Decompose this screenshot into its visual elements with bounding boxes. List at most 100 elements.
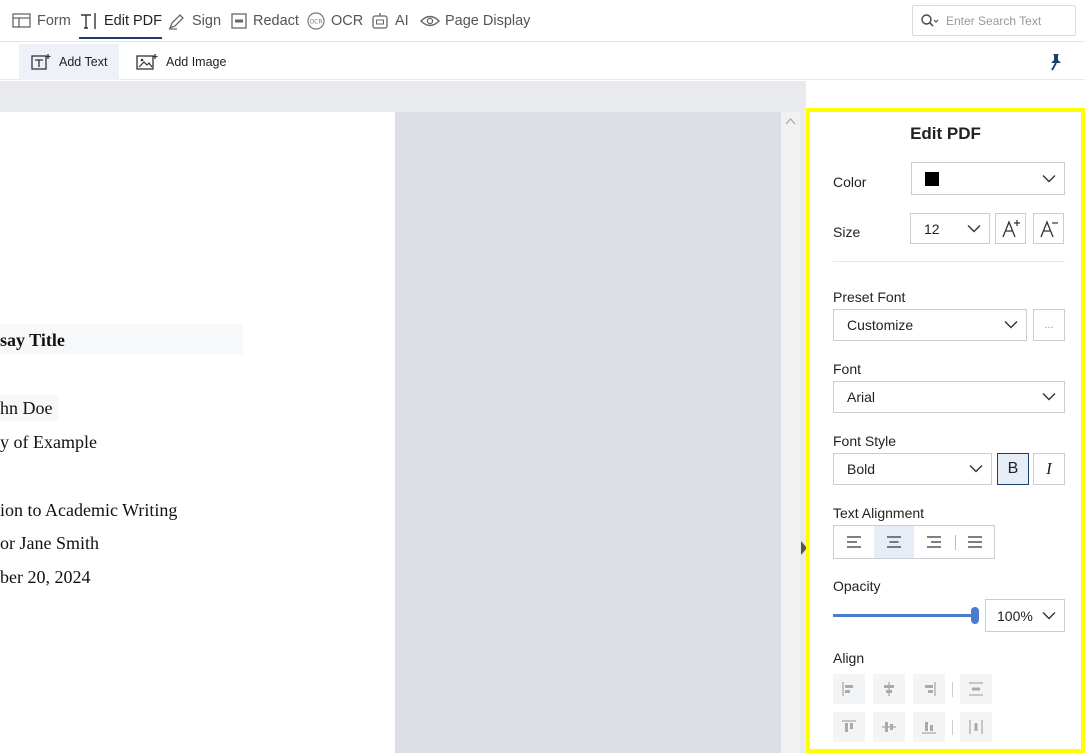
align-center-icon [886,536,902,548]
page-gutter [395,112,781,753]
chevron-down-icon [1042,611,1056,620]
align-center-button[interactable] [874,526,914,558]
increase-font-size-button[interactable] [995,213,1026,244]
align-objects-middle-button[interactable] [873,712,905,742]
eye-icon [420,13,440,29]
scroll-up-icon[interactable] [785,117,796,125]
chevron-down-icon [969,465,983,474]
size-dropdown[interactable]: 12 [910,213,990,244]
add-text-icon [31,53,51,71]
align-right-icon [926,536,942,548]
document-canvas: say Title hn Doe y of Example ion to Aca… [0,81,807,753]
align-objects-center-icon [881,681,897,697]
text-alignment-label: Text Alignment [833,505,925,521]
search-input[interactable] [946,13,1066,28]
opacity-value: 100% [997,607,1033,624]
align-justify-icon [967,536,983,548]
tab-page-display-label: Page Display [445,13,531,29]
doc-essay-title[interactable]: say Title [0,330,65,351]
chevron-down-icon [1042,174,1056,183]
panel-title: Edit PDF [910,124,981,143]
ocr-icon: OCR [306,11,326,31]
distribute-vertical-icon [968,681,984,697]
tab-ocr[interactable]: OCR OCR [306,0,363,42]
tab-ai[interactable]: AI [370,0,409,42]
align-objects-center-button[interactable] [873,674,905,704]
add-text-label: Add Text [59,55,108,69]
preset-font-dropdown[interactable]: Customize [833,309,1027,341]
color-swatch [925,171,939,186]
align-objects-right-icon [921,681,937,697]
tab-edit-pdf-label: Edit PDF [104,13,163,29]
align-label: Align [833,650,865,666]
edit-pdf-panel: Edit PDF Color Size 12 Preset Font Custo… [806,108,1085,753]
align-left-button[interactable] [834,526,874,558]
doc-instructor[interactable]: or Jane Smith [0,533,99,554]
search-box[interactable] [912,5,1076,36]
opacity-slider-track[interactable] [833,607,979,624]
tab-sign[interactable]: Sign [167,0,221,42]
align-right-button[interactable] [914,526,954,558]
decrease-font-size-button[interactable] [1033,213,1064,244]
tab-page-display[interactable]: Page Display [420,0,530,42]
font-style-label: Font Style [833,433,897,449]
font-decrease-icon [1038,218,1060,240]
font-label: Font [833,361,862,377]
align-objects-top-button[interactable] [833,712,865,742]
color-dropdown[interactable] [911,162,1065,195]
ai-robot-icon [370,11,390,31]
add-image-label: Add Image [166,55,227,69]
font-style-value: Bold [847,461,876,477]
align-objects-middle-icon [881,719,897,735]
opacity-slider-fill [833,614,975,617]
divider [833,261,1065,262]
size-value: 12 [924,220,940,237]
size-label: Size [833,224,861,240]
align-objects-bottom-button[interactable] [913,712,945,742]
doc-course[interactable]: ion to Academic Writing [0,500,177,521]
align-objects-left-icon [841,681,857,697]
distribute-vertical-button[interactable] [960,674,992,704]
tab-redact[interactable]: Redact [230,0,299,42]
tab-ocr-label: OCR [331,13,364,29]
pdf-page[interactable]: say Title hn Doe y of Example ion to Aca… [0,112,395,753]
tab-form[interactable]: Form [12,0,71,42]
distribute-horizontal-button[interactable] [960,712,992,742]
text-alignment-group [833,525,995,559]
align-justify-button[interactable] [956,526,994,558]
tab-redact-label: Redact [253,13,299,29]
tab-edit-pdf[interactable]: Edit PDF [79,0,163,42]
distribute-horizontal-icon [968,719,984,735]
font-increase-icon [1000,218,1022,240]
bold-toggle-button[interactable]: B [997,453,1029,485]
main-toolbar: Form Edit PDF Sign Redact OCR OCR AI Pag… [0,0,1085,42]
opacity-slider-thumb[interactable] [971,607,979,624]
align-objects-left-button[interactable] [833,674,865,704]
doc-institution[interactable]: y of Example [0,432,97,453]
chevron-down-icon [1004,321,1018,330]
add-image-button[interactable]: Add Image [124,44,238,80]
font-style-dropdown[interactable]: Bold [833,453,992,485]
vertical-scrollbar[interactable] [781,112,800,753]
preset-font-more-button[interactable]: ... [1033,309,1065,341]
pin-icon[interactable] [1046,52,1066,72]
chevron-down-icon [967,224,981,233]
font-value: Arial [847,389,876,405]
align-objects-right-button[interactable] [913,674,945,704]
pen-sign-icon [167,11,187,31]
doc-author[interactable]: hn Doe [0,398,53,419]
tab-sign-label: Sign [192,13,222,29]
edit-text-icon [79,11,99,31]
chevron-down-icon [1042,393,1056,402]
divider [952,720,953,735]
align-left-icon [846,536,862,548]
font-dropdown[interactable]: Arial [833,381,1065,413]
preset-font-value: Customize [847,317,914,333]
add-text-button[interactable]: Add Text [19,44,120,80]
italic-toggle-button[interactable]: I [1033,453,1065,485]
doc-date[interactable]: ber 20, 2024 [0,567,90,588]
redact-icon [230,12,248,30]
opacity-dropdown[interactable]: 100% [985,599,1065,632]
add-image-icon [136,53,158,71]
align-objects-top-icon [841,719,857,735]
